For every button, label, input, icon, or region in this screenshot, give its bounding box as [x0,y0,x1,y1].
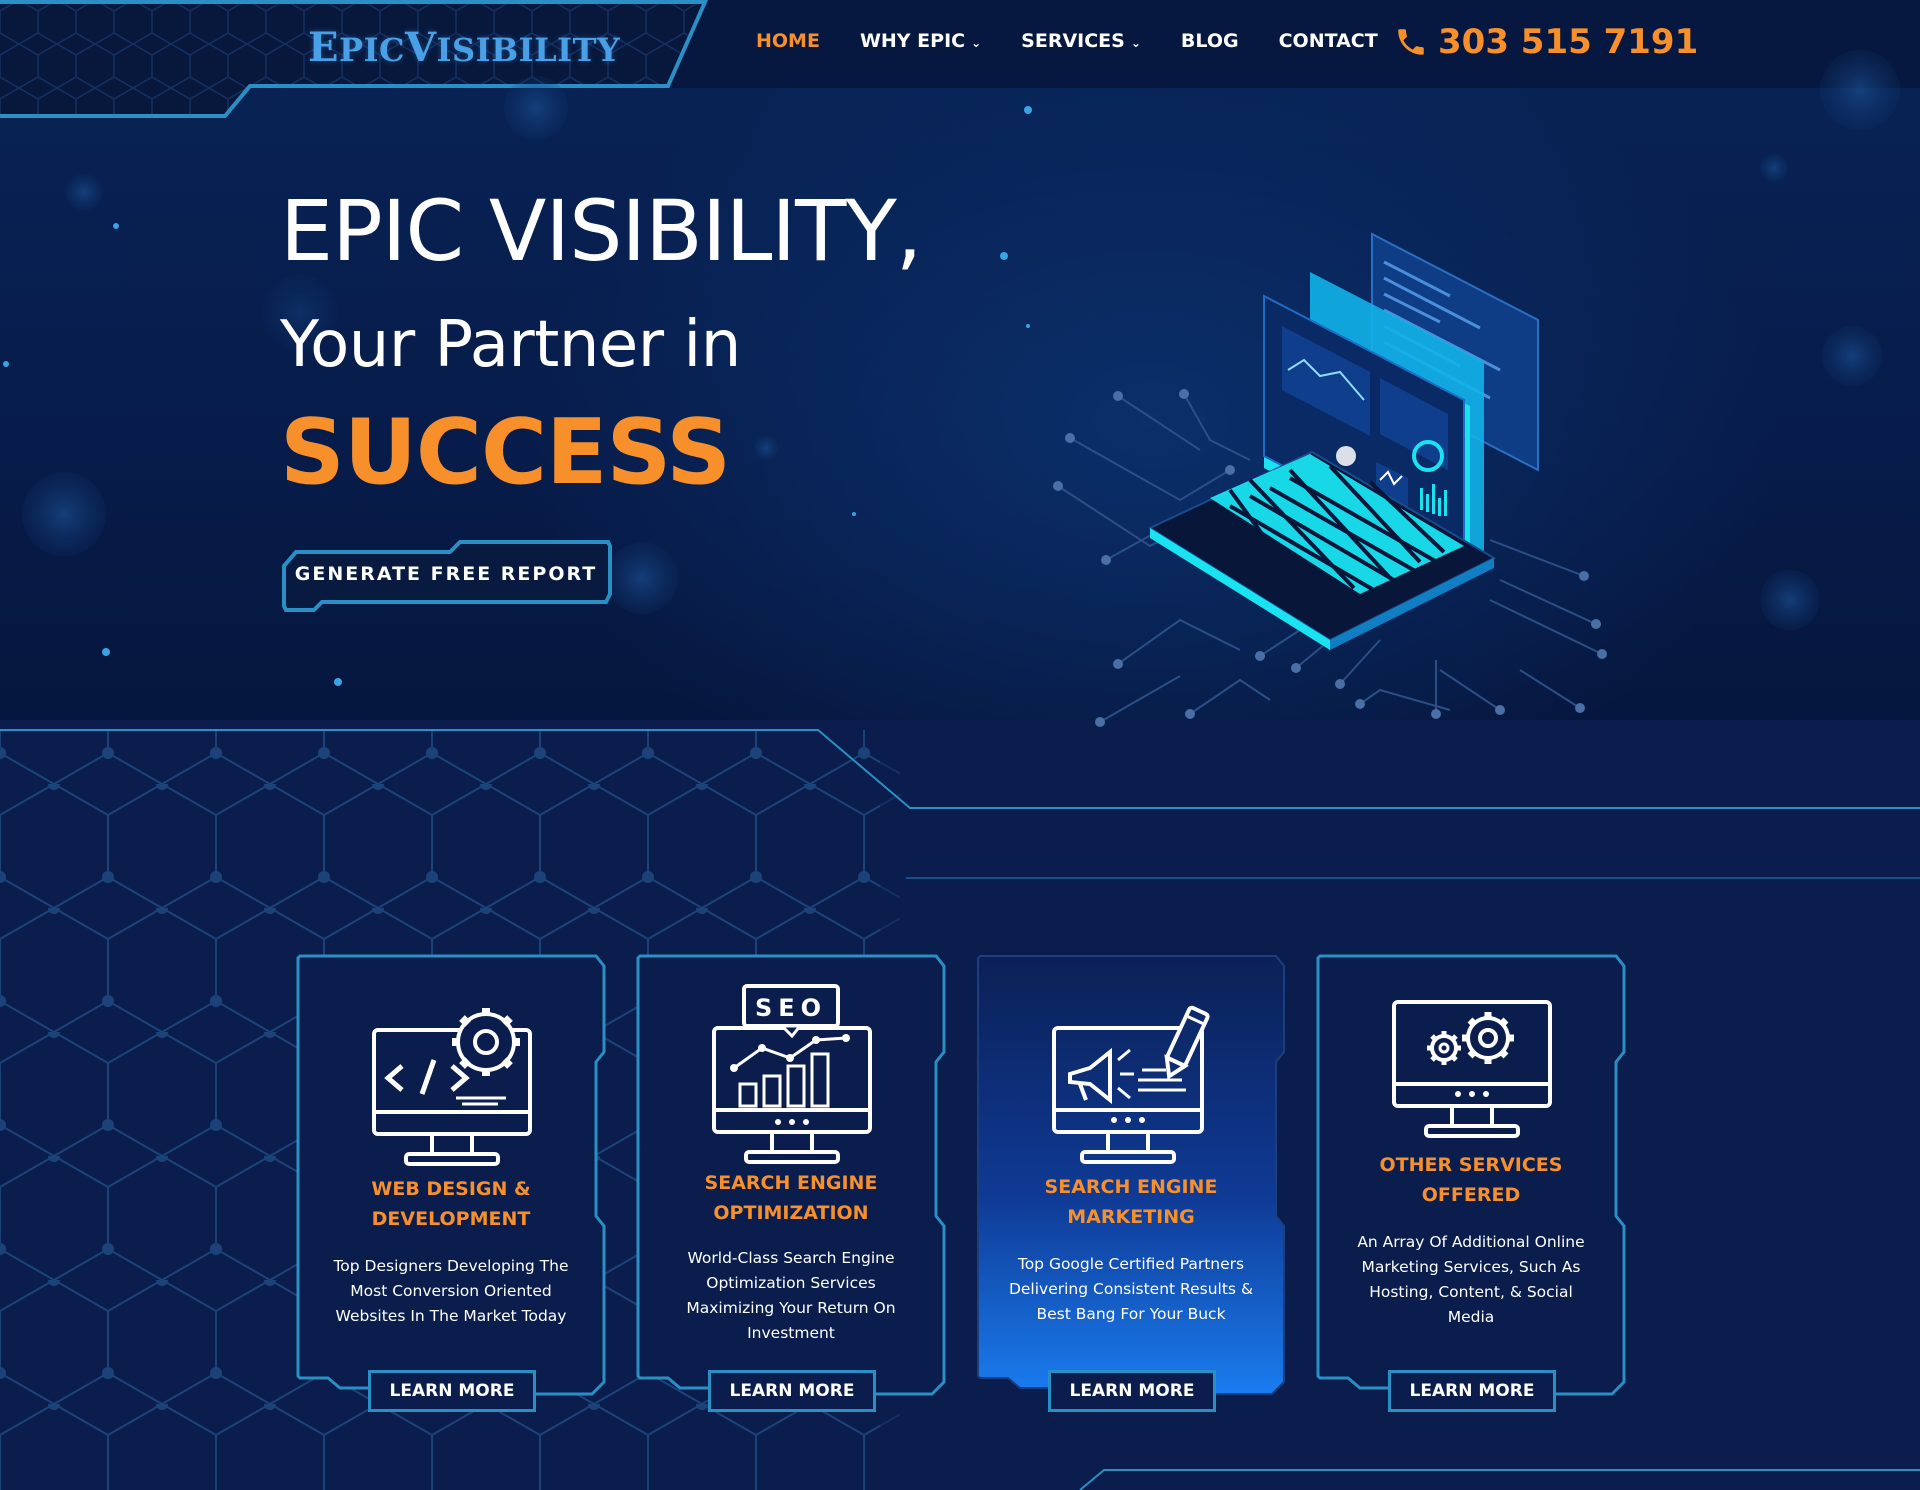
hero-highlight: SUCCESS [280,400,731,505]
learn-more-button[interactable]: LEARN MORE [368,1370,536,1412]
phone-icon [1398,29,1424,55]
learn-more-button[interactable]: LEARN MORE [708,1370,876,1412]
chevron-down-icon: ⌄ [971,35,982,50]
phone-link[interactable]: 303 515 7191 [1394,22,1698,62]
logo-text-pic: PIC [339,31,405,69]
card-title-line: MARKETING [1067,1206,1195,1228]
nav-contact-label: CONTACT [1278,30,1378,52]
card-desc-line: Optimization Services [706,1274,876,1292]
nav-services[interactable]: SERVICES ⌄ [1021,30,1141,52]
seo-icon: SEO [712,984,872,1164]
card-desc-line: An Array Of Additional Online [1357,1233,1585,1251]
nav-blog[interactable]: BLOG [1181,30,1239,52]
card-description: Top Designers Developing The Most Conver… [318,1254,584,1329]
card-title: WEB DESIGN & DEVELOPMENT [316,1174,586,1234]
nav-why-epic-label: WHY EPIC [859,30,966,52]
card-desc-line: Maximizing Your Return On [686,1299,896,1317]
card-title-line: DEVELOPMENT [371,1208,531,1230]
main-nav: HOME WHY EPIC ⌄ SERVICES ⌄ BLOG CONTACT [756,30,1378,52]
card-desc-line: Hosting, Content, & Social [1369,1283,1573,1301]
nav-contact[interactable]: CONTACT [1279,30,1378,52]
card-title: SEARCH ENGINE MARKETING [996,1172,1266,1232]
marketing-icon [1052,1005,1210,1164]
card-title-line: WEB DESIGN & [371,1178,531,1200]
nav-services-label: SERVICES [1021,30,1125,52]
card-desc-line: Websites In The Market Today [335,1307,567,1325]
cta-label: GENERATE FREE REPORT [294,563,598,585]
card-description: World-Class Search Engine Optimization S… [658,1246,924,1346]
generate-report-button[interactable]: GENERATE FREE REPORT [282,538,612,612]
card-desc-line: Most Conversion Oriented [350,1282,552,1300]
logo-letter-e: E [308,24,339,71]
logo-text-isibility: ISIBILITY [436,31,621,69]
card-title-line: OTHER SERVICES [1379,1154,1563,1176]
nav-home-label: HOME [756,30,820,52]
seo-label: SEO [755,994,827,1022]
card-desc-line: Investment [747,1324,835,1342]
card-description: Top Google Certified Partners Delivering… [998,1252,1264,1327]
logo-letter-v: V [405,24,437,71]
hero-subtitle: Your Partner in [280,308,741,382]
card-desc-line: Media [1447,1308,1495,1326]
other-services-icon [1392,1000,1552,1138]
card-title: SEARCH ENGINE OPTIMIZATION [656,1168,926,1228]
nav-home[interactable]: HOME [756,30,820,52]
nav-why-epic[interactable]: WHY EPIC ⌄ [860,30,981,52]
card-desc-line: Delivering Consistent Results & [1008,1280,1254,1298]
card-description: An Array Of Additional Online Marketing … [1338,1230,1604,1330]
web-design-icon [372,1008,532,1166]
service-card-seo: SEO SEARCH ENGINE OPTIMIZATION World-Cla… [636,954,946,1412]
card-title-line: SEARCH ENGINE [704,1172,878,1194]
learn-more-button[interactable]: LEARN MORE [1388,1370,1556,1412]
service-card-other: OTHER SERVICES OFFERED An Array Of Addit… [1316,954,1626,1412]
card-desc-line: World-Class Search Engine [687,1249,895,1267]
card-desc-line: Top Designers Developing The [333,1257,569,1275]
service-card-web-design: WEB DESIGN & DEVELOPMENT Top Designers D… [296,954,606,1412]
hero-title: EPIC VISIBILITY, [280,182,922,280]
card-title: OTHER SERVICES OFFERED [1336,1150,1606,1210]
card-title-line: SEARCH ENGINE [1044,1176,1218,1198]
service-card-sem: SEARCH ENGINE MARKETING Top Google Certi… [976,954,1286,1412]
card-title-line: OPTIMIZATION [713,1202,869,1224]
nav-blog-label: BLOG [1180,30,1239,52]
card-desc-line: Marketing Services, Such As [1361,1258,1581,1276]
card-title-line: OFFERED [1421,1184,1521,1206]
laptop-illustration [1053,232,1607,727]
phone-number: 303 515 7191 [1438,22,1699,62]
brand-logo[interactable]: EPICVISIBILITY [308,24,620,71]
card-desc-line: Best Bang For Your Buck [1036,1305,1226,1323]
chevron-down-icon: ⌄ [1130,35,1141,50]
card-desc-line: Top Google Certified Partners [1017,1255,1245,1273]
learn-more-button[interactable]: LEARN MORE [1048,1370,1216,1412]
